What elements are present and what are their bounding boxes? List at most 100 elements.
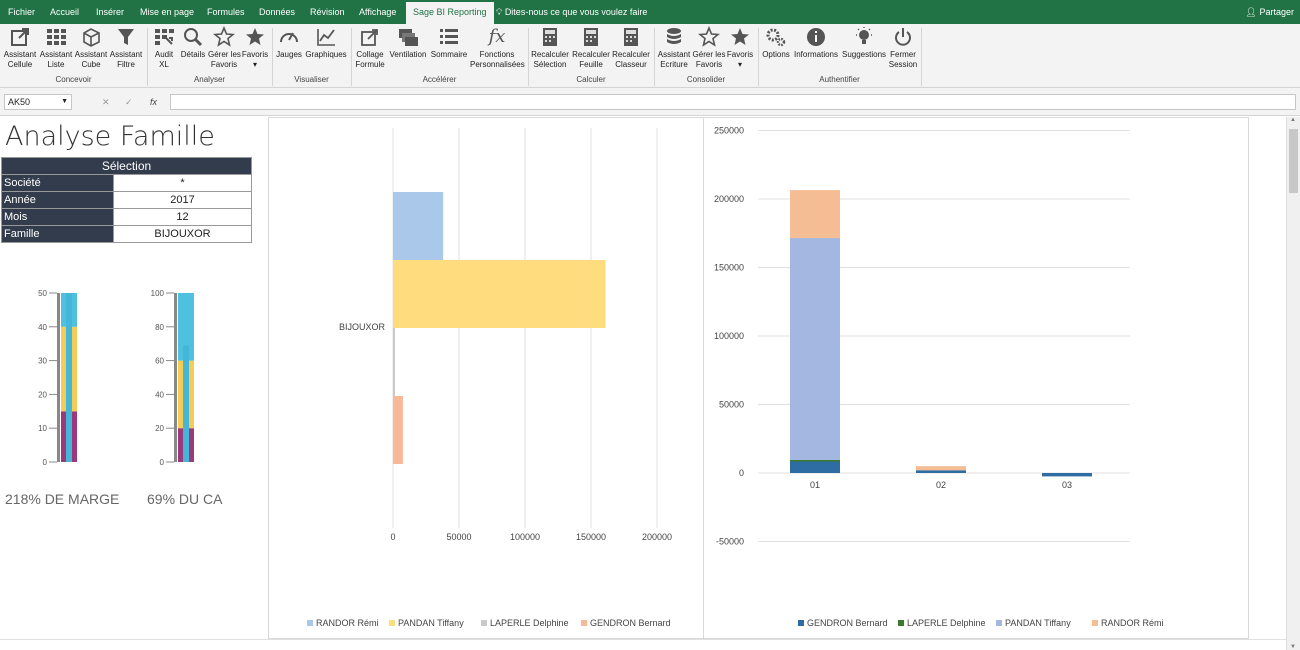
assistant-cellule-button[interactable]: Assistant Cellule xyxy=(3,26,37,70)
vertical-scrollbar[interactable]: ▲ ▼ xyxy=(1286,117,1300,650)
recalculer-selection-button[interactable]: Recalculer Sélection xyxy=(530,26,570,70)
informations-button[interactable]: Informations xyxy=(792,26,840,60)
tab-accueil[interactable]: Accueil xyxy=(50,0,79,24)
group-label-consolider: Consolider xyxy=(686,75,726,84)
group-label-visualiser: Visualiser xyxy=(294,75,329,84)
x-tick-label: 50000 xyxy=(446,532,471,542)
gerer-favoris-button[interactable]: Gérer les Favoris xyxy=(208,26,241,70)
column-segment xyxy=(790,190,840,239)
confirm-icon[interactable]: ✓ xyxy=(125,94,133,110)
formula-bar: AK50 ▼ ✕ ✓ fx xyxy=(0,88,1300,116)
sommaire-button[interactable]: Sommaire xyxy=(429,26,469,60)
details-button[interactable]: Détails xyxy=(178,26,208,60)
graphiques-button[interactable]: Graphiques xyxy=(304,26,348,60)
legend-swatch xyxy=(798,620,804,626)
family-bar-chart-svg: 0 50000 100000 150000 200000 BIJOUXOR RANDOR R… xyxy=(307,128,672,628)
x-category-label: 02 xyxy=(936,480,946,490)
row-value-societe[interactable]: * xyxy=(113,174,252,192)
ventilation-button[interactable]: Ventilation xyxy=(388,26,428,60)
scroll-thumb[interactable] xyxy=(1289,129,1298,193)
tell-me-box[interactable]: 💡︎ Dites-nous ce que vous voulez faire xyxy=(496,0,647,24)
gauge-tick-label: 40 xyxy=(38,323,47,332)
bar-randor xyxy=(393,192,444,260)
tab-affichage[interactable]: Affichage xyxy=(359,0,396,24)
selection-header: Sélection xyxy=(1,157,252,175)
suggestions-button[interactable]: Suggestions xyxy=(842,26,886,60)
name-box[interactable]: AK50 ▼ xyxy=(4,94,72,110)
jauges-button[interactable]: Jauges xyxy=(275,26,303,60)
formula-input[interactable] xyxy=(170,94,1296,110)
tab-inserer[interactable]: Insérer xyxy=(96,0,124,24)
tab-mise-en-page[interactable]: Mise en page xyxy=(140,0,194,24)
gerer-favoris-consolider-button[interactable]: Gérer les Favoris xyxy=(692,26,726,70)
scroll-up-icon[interactable]: ▲ xyxy=(1290,117,1296,123)
options-button[interactable]: Options xyxy=(760,26,792,60)
filter-icon xyxy=(118,29,134,45)
group-label-calculer: Calculer xyxy=(576,75,606,84)
assistant-liste-button[interactable]: Assistant Liste xyxy=(39,26,73,70)
row-value-famille[interactable]: BIJOUXOR xyxy=(113,225,252,243)
chevron-down-icon: ▼ xyxy=(61,98,68,105)
gauge-tick-label: 30 xyxy=(38,357,47,366)
legend-label: PANDAN Tiffany xyxy=(398,618,464,628)
audit-xl-button[interactable]: Audit XL xyxy=(151,26,177,70)
scroll-down-icon[interactable]: ▼ xyxy=(1290,644,1296,650)
monthly-stacked-chart-svg: -50000 0 50000 100000 150000 200000 250000 01 02… xyxy=(714,126,1164,629)
bar-laperle xyxy=(393,328,395,396)
gauge-tick-label: 60 xyxy=(155,357,164,366)
info-icon xyxy=(807,28,825,46)
tab-sage-bi-reporting[interactable]: Sage BI Reporting xyxy=(406,2,494,24)
ribbon: Assistant Cellule Assistant Liste Assistan… xyxy=(0,24,1300,88)
legend-label: LAPERLE Delphine xyxy=(907,618,986,628)
favoris-button[interactable]: Favoris ▾ xyxy=(241,26,269,70)
insert-function-icon[interactable]: fx xyxy=(150,94,157,110)
legend-label: LAPERLE Delphine xyxy=(490,618,569,628)
margin-label: 218% DE MARGE xyxy=(5,491,120,507)
collage-formule-button[interactable]: Collage Formule xyxy=(353,26,387,70)
recalculer-classeur-button[interactable]: Recalculer Classeur xyxy=(611,26,651,70)
gauge-icon xyxy=(280,32,298,43)
assistant-cube-button[interactable]: Assistant Cube xyxy=(74,26,108,70)
ca-label: 69% DU CA xyxy=(147,491,223,507)
x-category-label: 01 xyxy=(810,480,820,490)
sheet-bottom-edge xyxy=(0,639,1286,650)
tab-revision[interactable]: Révision xyxy=(310,0,345,24)
summary-icon xyxy=(440,29,458,44)
x-category-label: 03 xyxy=(1062,480,1072,490)
tab-fichier[interactable]: Fichier xyxy=(8,0,35,24)
column-segment xyxy=(790,459,840,462)
row-label-mois: Mois xyxy=(1,208,114,226)
group-label-authentifier: Authentifier xyxy=(819,75,860,84)
tab-donnees[interactable]: Données xyxy=(259,0,295,24)
y-tick-label: 200000 xyxy=(714,194,744,204)
gauge-tick-label: 50 xyxy=(38,289,47,298)
tab-formules[interactable]: Formules xyxy=(207,0,245,24)
favoris-consolider-button[interactable]: Favoris ▾ xyxy=(726,26,754,70)
family-bar-chart[interactable]: 0 50000 100000 150000 200000 BIJOUXOR RANDOR R… xyxy=(268,117,704,639)
star-icon xyxy=(731,28,749,45)
recalculer-feuille-button[interactable]: Recalculer Feuille xyxy=(571,26,611,70)
monthly-stacked-chart[interactable]: -50000 0 50000 100000 150000 200000 250000 01 02… xyxy=(703,117,1249,639)
assistant-filtre-button[interactable]: Assistant Filtre xyxy=(109,26,143,70)
cancel-icon[interactable]: ✕ xyxy=(102,94,110,110)
legend-label: PANDAN Tiffany xyxy=(1005,618,1071,628)
assistant-ecriture-button[interactable]: Assistant Ecriture xyxy=(656,26,692,70)
row-label-famille: Famille xyxy=(1,225,114,243)
chart-line-icon xyxy=(317,29,335,46)
legend-swatch xyxy=(996,620,1002,626)
column-segment xyxy=(1042,473,1092,477)
group-label-concevoir: Concevoir xyxy=(55,75,92,84)
row-value-mois[interactable]: 12 xyxy=(113,208,252,226)
ribbon-tab-bar: Fichier Accueil Insérer Mise en page For… xyxy=(0,0,1300,24)
row-value-annee[interactable]: 2017 xyxy=(113,191,252,209)
share-button[interactable]: 👤︎ Partager xyxy=(1246,0,1294,24)
legend-label: GENDRON Bernard xyxy=(590,618,671,628)
fermer-session-button[interactable]: Fermer Session xyxy=(888,26,918,70)
fonctions-personnalisees-button[interactable]: fx Fonctions Personnalisées xyxy=(470,26,525,70)
page-title: Analyse Famille xyxy=(5,121,215,152)
row-label-societe: Société xyxy=(1,174,114,192)
gauge-needle xyxy=(183,345,189,462)
group-label-accelerer: Accélérer xyxy=(422,75,457,84)
gears-icon xyxy=(766,28,786,47)
bar-pandan xyxy=(393,260,606,328)
